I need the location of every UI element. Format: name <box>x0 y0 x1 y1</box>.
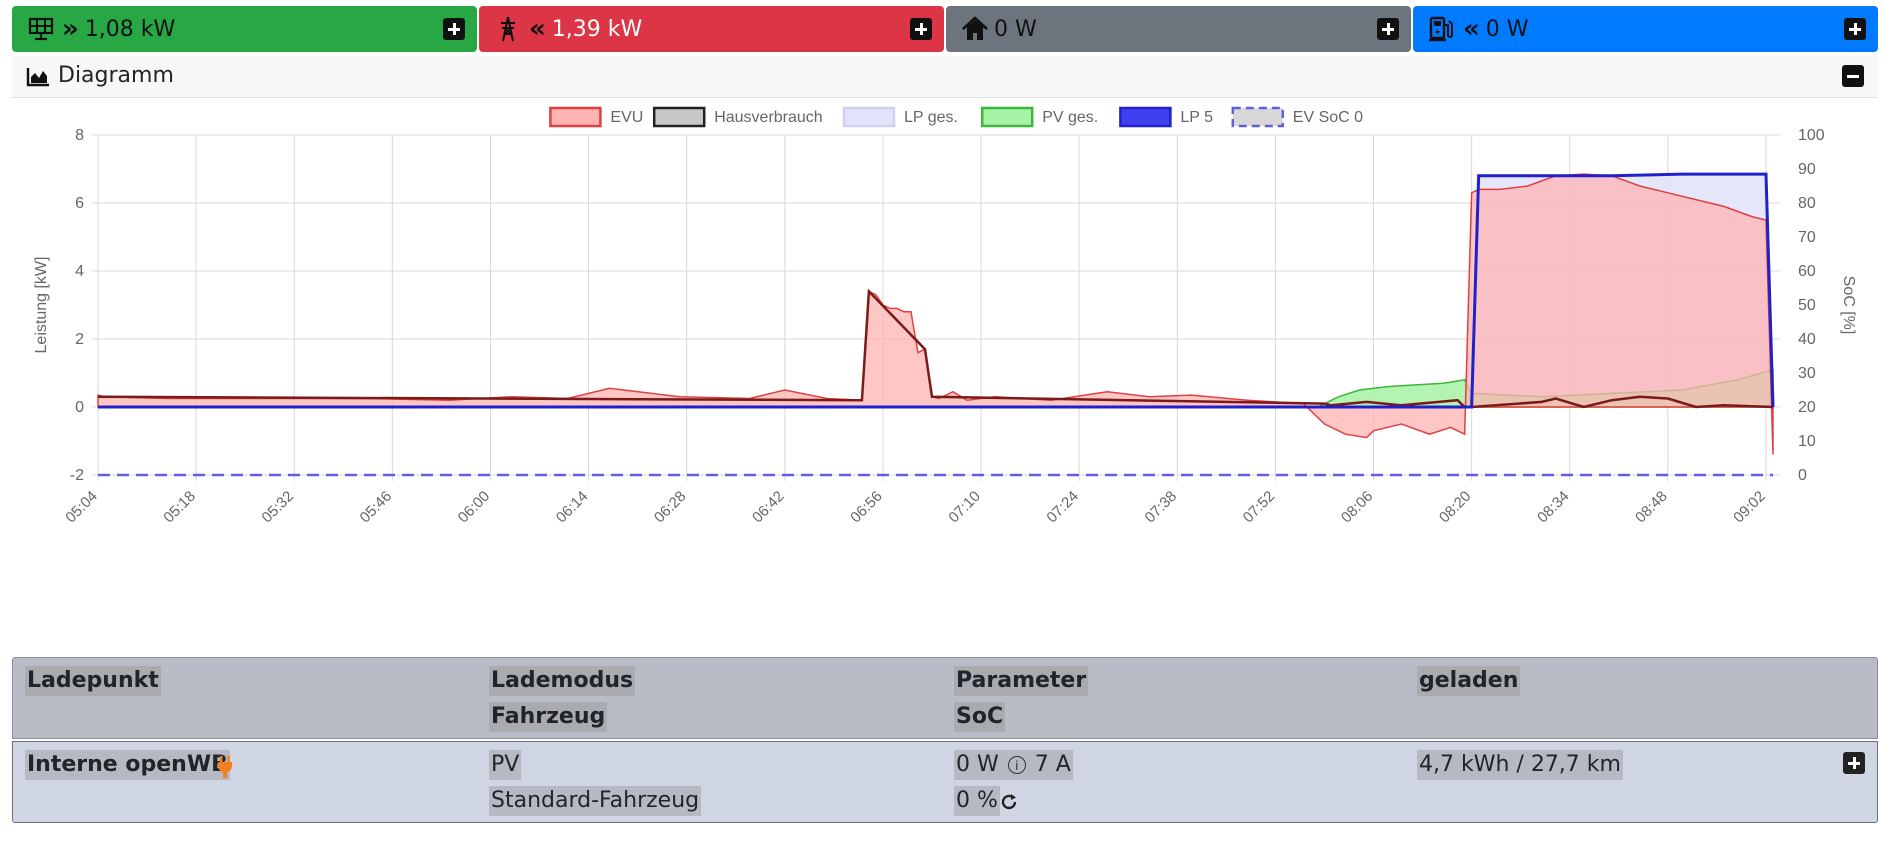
pv-tile: » 1,08 kW <box>12 6 477 52</box>
header-lademodus: Lademodus <box>489 666 636 696</box>
y2-tick-label: 70 <box>1798 229 1816 246</box>
x-tick-label: 06:28 <box>651 488 690 527</box>
power-tower-icon <box>493 14 523 44</box>
diagram-title: Diagramm <box>58 63 174 88</box>
expand-house-button[interactable] <box>1377 18 1399 40</box>
expand-pv-button[interactable] <box>443 18 465 40</box>
collapse-diagram-button[interactable] <box>1842 65 1864 87</box>
info-icon[interactable]: i <box>1007 756 1026 774</box>
soc-value: 0 % <box>954 786 1000 816</box>
legend-label: Hausverbrauch <box>714 109 823 126</box>
chart-area-icon <box>26 67 50 91</box>
chevron-double-right-icon: » <box>62 14 79 44</box>
expand-evu-button[interactable] <box>910 18 932 40</box>
x-tick-label: 07:10 <box>945 488 984 527</box>
header-ladepunkt: Ladepunkt <box>25 666 161 696</box>
x-tick-label: 05:04 <box>62 488 101 527</box>
y2-tick-label: 10 <box>1798 433 1816 450</box>
x-tick-label: 08:20 <box>1436 488 1475 527</box>
series-evu-area <box>97 173 1774 455</box>
x-tick-label: 09:02 <box>1730 488 1769 527</box>
legend-label: EV SoC 0 <box>1293 109 1363 126</box>
y2-tick-label: 100 <box>1798 127 1825 144</box>
chart-svg: 05:04 05:18 05:32 05:46 06:00 06:14 06:28 06:42… <box>33 106 1857 527</box>
legend-label: LP 5 <box>1180 109 1213 126</box>
legend-swatch <box>1119 106 1172 128</box>
parameter-current: 7 A <box>1034 752 1071 777</box>
x-tick-label: 06:56 <box>847 488 886 527</box>
y-tick-label: 2 <box>75 331 84 348</box>
chevron-double-left-icon: « <box>529 14 546 44</box>
evu-power-value: 1,39 kW <box>551 16 643 42</box>
legend-swatch <box>652 106 706 128</box>
header-geladen: geladen <box>1417 666 1521 696</box>
y-axis-label: Leistung [kW] <box>33 257 50 354</box>
chevron-double-left-icon: « <box>1463 14 1480 44</box>
parameter-value: 0 W i 7 A <box>954 750 1073 780</box>
charging-station-icon <box>1427 14 1457 44</box>
y2-tick-label: 80 <box>1798 195 1816 212</box>
chargepoint-table-header: Ladepunkt Lademodus Fahrzeug Parameter S… <box>12 657 1878 739</box>
y-tick-label: -2 <box>70 467 84 484</box>
y-tick-label: 6 <box>75 195 84 212</box>
y-tick-label: 4 <box>75 263 84 280</box>
y2-tick-label: 90 <box>1798 161 1816 178</box>
house-power-value: 0 W <box>994 16 1037 42</box>
x-tick-label: 07:52 <box>1240 488 1279 527</box>
charged-value: 4,7 kWh / 27,7 km <box>1417 750 1623 780</box>
y-tick-label: 0 <box>75 399 84 416</box>
vehicle-name[interactable]: Standard-Fahrzeug <box>489 786 702 816</box>
y2-tick-label: 30 <box>1798 365 1816 382</box>
expand-chargepoint-button[interactable] <box>1844 18 1866 40</box>
legend-label: LP ges. <box>904 109 958 126</box>
x-tick-label: 06:42 <box>749 488 788 527</box>
evu-tile: « 1,39 kW <box>479 6 944 52</box>
pv-power-value: 1,08 kW <box>84 16 176 42</box>
x-tick-label: 08:48 <box>1632 488 1671 527</box>
chargepoint-tile: « 0 W <box>1413 6 1878 52</box>
header-soc: SoC <box>954 702 1006 732</box>
parameter-power: 0 W <box>956 752 999 777</box>
x-tick-label: 06:00 <box>455 488 494 527</box>
y-tick-label: 8 <box>75 127 84 144</box>
y2-tick-label: 20 <box>1798 399 1816 416</box>
x-tick-label: 06:14 <box>553 488 592 527</box>
legend-swatch <box>1231 106 1285 128</box>
chargepoint-power-value: 0 W <box>1485 16 1529 42</box>
x-tick-label: 08:06 <box>1338 488 1377 527</box>
y2-tick-label: 60 <box>1798 263 1816 280</box>
legend-swatch <box>980 106 1034 128</box>
x-tick-label: 08:34 <box>1534 488 1573 527</box>
home-icon <box>960 14 990 44</box>
diagram-header: Diagramm <box>12 56 1878 98</box>
chargepoint-row[interactable]: Interne openWB PV Standard-Fahrzeug 0 W … <box>12 741 1878 823</box>
x-tick-label: 07:38 <box>1142 488 1181 527</box>
x-tick-label: 05:46 <box>357 488 396 527</box>
refresh-icon[interactable] <box>999 792 1019 816</box>
y2-tick-label: 0 <box>1798 467 1807 484</box>
x-tick-label: 07:24 <box>1043 488 1082 527</box>
x-tick-label: 05:32 <box>258 488 297 527</box>
legend-label: PV ges. <box>1042 109 1098 126</box>
legend-swatch <box>842 106 896 128</box>
y2-tick-label: 50 <box>1798 297 1816 314</box>
x-tick-label: 05:18 <box>160 488 199 527</box>
house-tile: 0 W <box>946 6 1411 52</box>
header-parameter: Parameter <box>954 666 1089 696</box>
plug-icon <box>217 756 233 782</box>
expand-row-button[interactable] <box>1843 752 1865 774</box>
header-fahrzeug: Fahrzeug <box>489 702 608 732</box>
legend-swatch <box>549 106 602 128</box>
charge-mode[interactable]: PV <box>489 750 522 780</box>
y2-tick-label: 40 <box>1798 331 1816 348</box>
solar-panel-icon <box>26 14 56 44</box>
y2-axis-label: SoC [%] <box>1840 276 1857 335</box>
power-chart: 05:04 05:18 05:32 05:46 06:00 06:14 06:28 06:42… <box>12 98 1878 656</box>
chargepoint-name: Interne openWB <box>25 750 230 780</box>
legend-label: EVU <box>610 109 643 126</box>
